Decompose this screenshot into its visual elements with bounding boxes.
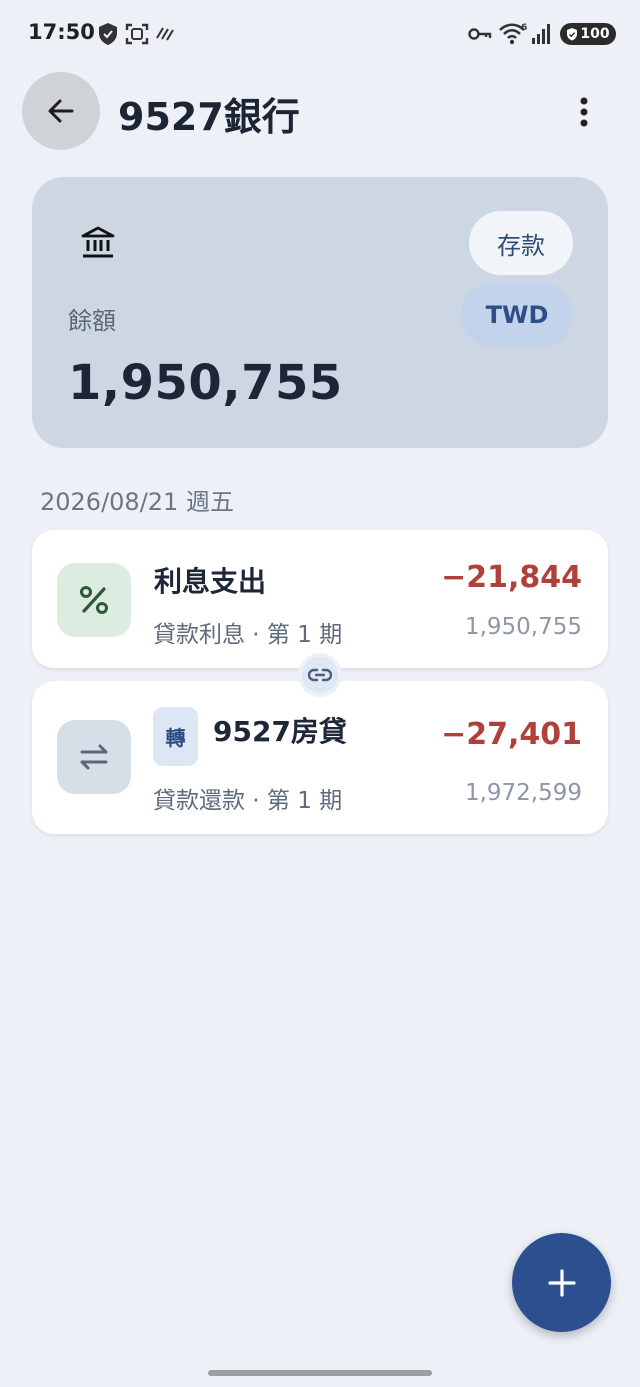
arrow-left-icon bbox=[48, 99, 74, 123]
back-button[interactable] bbox=[22, 72, 100, 150]
transaction-subtitle: 貸款還款 · 第 1 期 bbox=[153, 788, 343, 814]
transaction-running-balance: 1,972,599 bbox=[464, 780, 582, 806]
key-icon bbox=[468, 28, 492, 40]
bank-icon bbox=[81, 226, 115, 258]
face-scan-icon bbox=[125, 23, 149, 45]
signal-lines-icon bbox=[156, 27, 174, 41]
home-indicator[interactable] bbox=[208, 1370, 432, 1376]
account-type-chip[interactable]: 存款 bbox=[469, 211, 573, 275]
balance-value: 1,950,755 bbox=[68, 355, 343, 411]
transfer-badge: 轉 bbox=[153, 707, 198, 766]
transaction-icon-container bbox=[57, 720, 131, 794]
account-summary-card[interactable]: 存款 TWD 餘額 1,950,755 bbox=[32, 177, 608, 448]
percent-icon bbox=[80, 586, 108, 614]
wifi-icon: 6 bbox=[499, 23, 527, 45]
page-title: 9527銀行 bbox=[118, 95, 300, 139]
transaction-subtitle: 貸款利息 · 第 1 期 bbox=[153, 622, 343, 648]
shield-icon bbox=[99, 23, 117, 45]
balance-label: 餘額 bbox=[68, 307, 116, 335]
plus-icon bbox=[547, 1268, 576, 1297]
transaction-item-loan-repayment[interactable]: 轉 9527房貸 貸款還款 · 第 1 期 −27,401 1,972,599 bbox=[32, 681, 608, 834]
more-vert-icon bbox=[580, 97, 588, 127]
transaction-item-interest[interactable]: 利息支出 貸款利息 · 第 1 期 −21,844 1,950,755 bbox=[32, 530, 608, 668]
status-time: 17:50 bbox=[28, 20, 95, 44]
transaction-amount: −21,844 bbox=[441, 560, 582, 595]
cell-signal-icon bbox=[532, 24, 550, 44]
link-icon bbox=[308, 668, 332, 682]
status-bar: 17:50 6 100 bbox=[0, 0, 640, 68]
transaction-amount: −27,401 bbox=[441, 717, 582, 752]
more-options-button[interactable] bbox=[566, 90, 602, 134]
add-transaction-button[interactable] bbox=[512, 1233, 611, 1332]
battery-indicator: 100 bbox=[560, 23, 616, 45]
transaction-title: 9527房貸 bbox=[213, 715, 347, 748]
date-header: 2026/08/21 週五 bbox=[40, 488, 234, 516]
linked-transactions-indicator bbox=[298, 653, 342, 697]
transaction-title: 利息支出 bbox=[154, 565, 267, 598]
transaction-running-balance: 1,950,755 bbox=[464, 614, 582, 640]
battery-level: 100 bbox=[580, 26, 610, 42]
swap-arrows-icon bbox=[80, 744, 108, 770]
battery-shield-icon bbox=[567, 27, 578, 40]
currency-chip[interactable]: TWD bbox=[461, 283, 573, 347]
transaction-icon-container bbox=[57, 563, 131, 637]
wifi-badge: 6 bbox=[521, 23, 527, 33]
screen: 17:50 6 100 9527銀行 存款 TWD 餘額 1,950,755 2… bbox=[0, 0, 640, 1387]
